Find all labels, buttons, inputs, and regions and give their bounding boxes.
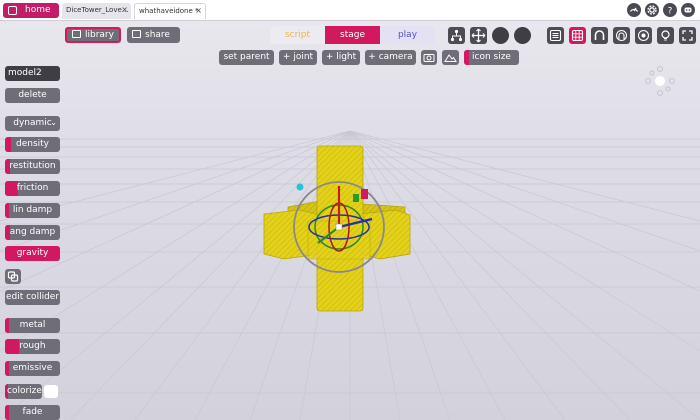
share-label: share: [145, 30, 170, 40]
fullscreen-icon[interactable]: [679, 27, 696, 44]
rough-slider[interactable]: rough: [5, 339, 60, 354]
body-type-dropdown[interactable]: dynamic ⌄: [5, 116, 60, 131]
screenshot-button[interactable]: [421, 50, 437, 65]
density-fill: [5, 137, 11, 152]
folder-icon: [72, 30, 81, 38]
lin-damp-fill: [5, 203, 9, 218]
restitution-slider[interactable]: restitution: [5, 159, 60, 174]
mode-stage-tab[interactable]: stage: [325, 26, 380, 44]
rough-label: rough: [19, 341, 46, 351]
friction-slider[interactable]: friction: [5, 181, 60, 196]
emissive-fill: [5, 361, 9, 376]
colorize-label: colorize: [7, 386, 42, 396]
icon-size-slider[interactable]: icon size: [464, 50, 519, 65]
emissive-label: emissive: [12, 363, 53, 373]
arch-icon[interactable]: [613, 27, 630, 44]
delete-button[interactable]: delete: [5, 88, 60, 103]
fade-slider[interactable]: fade: [5, 405, 60, 420]
object-name-field[interactable]: model2: [5, 66, 60, 81]
list-view-icon[interactable]: [547, 27, 564, 44]
mode-script-tab[interactable]: script: [270, 26, 325, 44]
density-label: density: [16, 139, 49, 149]
object-name-value: model2: [8, 68, 42, 78]
add-camera-label: + camera: [368, 52, 413, 62]
gravity-slider[interactable]: gravity: [5, 246, 60, 261]
share-button[interactable]: share: [127, 27, 180, 43]
mountain-icon: [444, 54, 457, 62]
magnet-icon[interactable]: [591, 27, 608, 44]
tab-label: whathaveidone *: [139, 7, 199, 15]
share-icon: [132, 30, 141, 38]
density-slider[interactable]: density: [5, 137, 60, 152]
emissive-slider[interactable]: emissive: [5, 361, 60, 376]
icon-size-fill: [464, 50, 469, 65]
speed-icon[interactable]: [627, 3, 641, 17]
metal-label: metal: [19, 320, 46, 330]
mode-play-tab[interactable]: play: [380, 26, 435, 44]
svg-text:?: ?: [668, 7, 673, 17]
scene-viewport[interactable]: [0, 21, 700, 420]
add-joint-button[interactable]: + joint: [279, 50, 317, 65]
record-circle-icon-2[interactable]: [514, 27, 531, 44]
friction-label: friction: [16, 183, 49, 193]
move-icon[interactable]: [470, 27, 487, 44]
tab-whathaveidone[interactable]: whathaveidone * ×: [134, 3, 206, 19]
lin-damp-label: lin damp: [12, 205, 53, 215]
set-parent-button[interactable]: set parent: [219, 50, 274, 65]
focus-icon[interactable]: [635, 27, 652, 44]
home-label: home: [25, 5, 51, 15]
grid-icon[interactable]: [569, 27, 586, 44]
add-light-button[interactable]: + light: [322, 50, 360, 65]
edit-collider-label: edit collider: [5, 292, 60, 302]
home-button[interactable]: home: [3, 3, 59, 18]
add-joint-label: + joint: [282, 52, 314, 62]
fade-label: fade: [22, 407, 43, 417]
help-icon[interactable]: ?: [663, 3, 677, 17]
fade-fill: [5, 405, 9, 420]
plus-icon: +: [282, 52, 294, 62]
record-circle-icon[interactable]: [492, 27, 509, 44]
terrain-button[interactable]: [442, 50, 459, 65]
ang-damp-slider[interactable]: ang damp: [5, 225, 60, 240]
lightbulb-icon[interactable]: [657, 27, 674, 44]
tab-bar: home DiceTower_Love... × whathaveidone *…: [0, 0, 700, 21]
hierarchy-icon[interactable]: [448, 27, 465, 44]
home-icon: [8, 6, 17, 15]
chevron-down-icon: ⌄: [50, 118, 57, 127]
gravity-label: gravity: [16, 248, 49, 258]
delete-label: delete: [18, 90, 47, 100]
library-button[interactable]: library: [65, 27, 121, 43]
add-camera-button[interactable]: + camera: [365, 50, 416, 65]
colorize-slider[interactable]: colorize: [5, 384, 42, 399]
colorize-color-swatch[interactable]: [44, 385, 58, 398]
close-icon[interactable]: ×: [121, 5, 128, 14]
close-icon[interactable]: ×: [195, 6, 202, 15]
settings-icon[interactable]: [645, 3, 659, 17]
discord-icon[interactable]: [681, 3, 695, 17]
ang-damp-label: ang damp: [9, 227, 56, 237]
restitution-label: restitution: [9, 161, 56, 171]
rough-fill: [5, 339, 19, 354]
tab-label: DiceTower_Love...: [66, 6, 129, 14]
camera-icon: [423, 54, 435, 62]
plus-icon: +: [368, 52, 379, 62]
body-type-value: dynamic: [13, 118, 52, 128]
collider-icon: [7, 271, 19, 282]
metal-fill: [5, 318, 9, 333]
icon-size-label: icon size: [472, 52, 511, 62]
tab-dicetower[interactable]: DiceTower_Love... ×: [62, 3, 131, 19]
plus-icon: +: [325, 52, 337, 62]
library-label: library: [85, 30, 114, 40]
collider-toggle[interactable]: [5, 269, 21, 284]
metal-slider[interactable]: metal: [5, 318, 60, 333]
edit-collider-button[interactable]: edit collider: [5, 290, 60, 305]
lin-damp-slider[interactable]: lin damp: [5, 203, 60, 218]
add-light-label: + light: [325, 52, 357, 62]
cursor-marker: [296, 183, 304, 191]
set-parent-label: set parent: [223, 52, 270, 62]
